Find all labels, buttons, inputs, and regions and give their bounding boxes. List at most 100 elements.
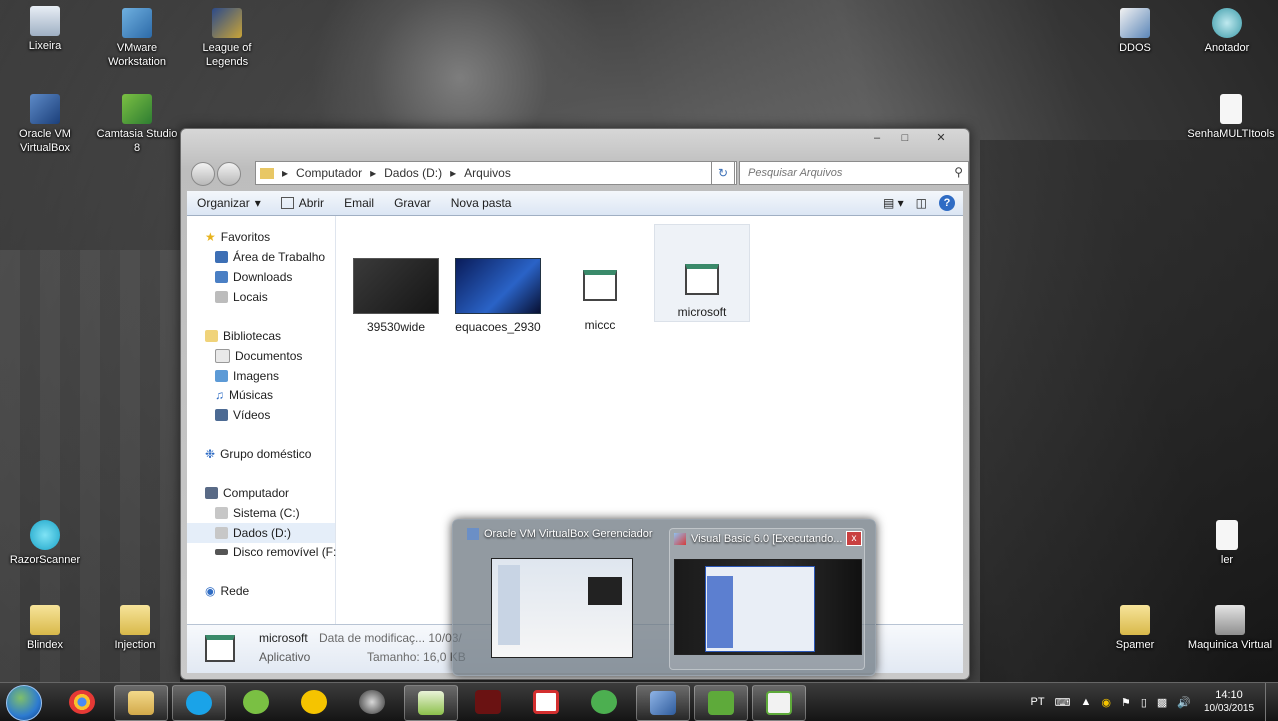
spotify-icon	[243, 690, 269, 714]
application-icon	[205, 635, 235, 662]
nav-computer[interactable]: Computador	[205, 486, 289, 500]
clock[interactable]: 14:10 10/03/2015	[1199, 689, 1259, 715]
globe-icon	[359, 690, 385, 714]
preview-pane-icon[interactable]: ◫	[916, 196, 927, 210]
breadcrumb-computador[interactable]: Computador	[296, 166, 362, 180]
taskbar-chrome[interactable]	[56, 685, 108, 719]
keyboard-icon[interactable]: ⌨	[1055, 696, 1071, 709]
homegroup-icon: ❉	[205, 447, 215, 461]
desktop-icon-razorscanner[interactable]: RazorScanner	[2, 520, 88, 567]
taskbar-utorrent[interactable]	[578, 685, 630, 719]
email-button[interactable]: Email	[334, 191, 384, 215]
desktop-icon-senhamultitools[interactable]: SenhaMULTItools	[1184, 94, 1278, 141]
start-button[interactable]	[6, 685, 42, 721]
file-item[interactable]: miccc	[552, 258, 648, 332]
image-icon	[215, 370, 228, 382]
preview-virtualbox[interactable]: Oracle VM VirtualBox Gerenciador	[467, 528, 667, 668]
close-button[interactable]: ✕	[919, 129, 963, 147]
taskbar-camtasia-recorder[interactable]	[752, 685, 806, 721]
taskbar-spotify[interactable]	[230, 685, 282, 719]
nav-places[interactable]: Locais	[215, 290, 268, 304]
vmware-icon	[122, 8, 152, 38]
desktop-icon-anotador[interactable]: Anotador	[1184, 8, 1270, 55]
nav-homegroup[interactable]: ❉Grupo doméstico	[205, 447, 311, 461]
taskbar-skype[interactable]	[172, 685, 226, 721]
drive-icon	[215, 527, 228, 539]
taskbar-camtasia[interactable]	[694, 685, 748, 721]
show-hidden-icons-icon[interactable]: ▲	[1080, 696, 1091, 708]
computer-icon	[205, 487, 218, 499]
preview-close-button[interactable]: x	[846, 531, 862, 546]
desktop-icon-injection[interactable]: Injection	[92, 605, 178, 652]
burn-button[interactable]: Gravar	[384, 191, 441, 215]
visual-basic-icon	[674, 533, 686, 545]
address-bar[interactable]: ▸ Computador ▸ Dados (D:) ▸ Arquivos	[255, 161, 737, 185]
virtualbox-icon	[650, 691, 676, 715]
nav-libraries[interactable]: Bibliotecas	[205, 329, 281, 343]
breadcrumb-arquivos[interactable]: Arquivos	[464, 166, 511, 180]
taskbar-acrobat[interactable]	[520, 685, 572, 719]
star-icon: ★	[205, 230, 216, 244]
desktop-icon-recycle-bin[interactable]: Lixeira	[2, 6, 88, 53]
file-item[interactable]: 39530wide	[348, 258, 444, 334]
app-tray-icon[interactable]: ◉	[1101, 696, 1111, 709]
breadcrumb-sep-icon: ▸	[282, 166, 288, 180]
nav-removable-f[interactable]: Disco removível (F:)	[215, 545, 340, 559]
show-desktop-button[interactable]	[1265, 683, 1278, 721]
desktop-icon-maquinica-virtual[interactable]: Maquinica Virtual	[1182, 605, 1278, 652]
nav-system-c[interactable]: Sistema (C:)	[215, 506, 300, 520]
preview-visual-basic[interactable]: Visual Basic 6.0 [Executando... x	[669, 528, 865, 670]
help-icon[interactable]: ?	[939, 195, 955, 211]
flag-icon[interactable]: ⚑	[1121, 696, 1131, 709]
battery-icon[interactable]: ▯	[1141, 696, 1147, 709]
nav-downloads[interactable]: Downloads	[215, 270, 292, 284]
desktop-icon-camtasia[interactable]: Camtasia Studio 8	[94, 94, 180, 155]
desktop-icon-spamer[interactable]: Spamer	[1092, 605, 1178, 652]
nav-desktop[interactable]: Área de Trabalho	[215, 250, 325, 264]
signal-icon[interactable]: ▩	[1157, 696, 1167, 709]
nav-network[interactable]: ◉Rede	[205, 584, 249, 598]
maximize-button[interactable]: □	[891, 129, 919, 147]
search-input[interactable]	[746, 162, 940, 184]
library-icon	[205, 330, 218, 342]
forward-button[interactable]	[217, 162, 241, 186]
details-size: Tamanho: 16,0 KB	[367, 650, 466, 664]
usb-drive-icon	[215, 549, 228, 555]
desktop-icon-ler[interactable]: ler	[1184, 520, 1270, 567]
volume-icon[interactable]: 🔊	[1177, 696, 1191, 709]
file-item[interactable]: equacoes_2930	[450, 258, 546, 334]
desktop-icon-league[interactable]: League of Legends	[184, 8, 270, 69]
desktop-icon-vmware[interactable]: VMware Workstation	[94, 8, 180, 69]
nav-music[interactable]: ♫Músicas	[215, 388, 273, 402]
taskbar-preview: Oracle VM VirtualBox Gerenciador Visual …	[452, 519, 876, 676]
language-indicator[interactable]: PT	[1031, 696, 1045, 708]
navigation-pane: ★Favoritos Área de Trabalho Downloads Lo…	[187, 216, 336, 624]
back-button[interactable]	[191, 162, 215, 186]
taskbar-game[interactable]	[462, 685, 514, 719]
file-item-selected[interactable]: microsoft	[654, 224, 750, 322]
taskbar-globe[interactable]	[346, 685, 398, 719]
breadcrumb-dados[interactable]: Dados (D:)	[384, 166, 442, 180]
acrobat-icon	[533, 690, 559, 714]
search-box[interactable]: ⚲	[739, 161, 969, 185]
organize-button[interactable]: Organizar▾	[187, 191, 271, 215]
nav-data-d[interactable]: Dados (D:)	[187, 523, 335, 543]
minimize-button[interactable]: –	[863, 129, 891, 147]
taskbar-tool[interactable]	[288, 685, 340, 719]
new-folder-button[interactable]: Nova pasta	[441, 191, 522, 215]
nav-favorites[interactable]: ★Favoritos	[205, 230, 270, 244]
desktop-icon-ddos[interactable]: DDOS	[1092, 8, 1178, 55]
nav-videos[interactable]: Vídeos	[215, 408, 270, 422]
desktop-icon-virtualbox[interactable]: Oracle VM VirtualBox	[2, 94, 88, 155]
details-type: Aplicativo	[259, 650, 310, 664]
desktop-icon-blindex[interactable]: Blindex	[2, 605, 88, 652]
view-options-icon[interactable]: ▤ ▾	[883, 196, 904, 210]
open-button[interactable]: Abrir	[271, 191, 334, 215]
refresh-button[interactable]: ↻	[711, 161, 735, 185]
nav-documents[interactable]: Documentos	[215, 349, 302, 363]
nav-images[interactable]: Imagens	[215, 369, 279, 383]
taskbar-notepadpp[interactable]	[404, 685, 458, 721]
taskbar-explorer[interactable]	[114, 685, 168, 721]
search-icon: ⚲	[954, 165, 963, 179]
taskbar-virtualbox[interactable]	[636, 685, 690, 721]
